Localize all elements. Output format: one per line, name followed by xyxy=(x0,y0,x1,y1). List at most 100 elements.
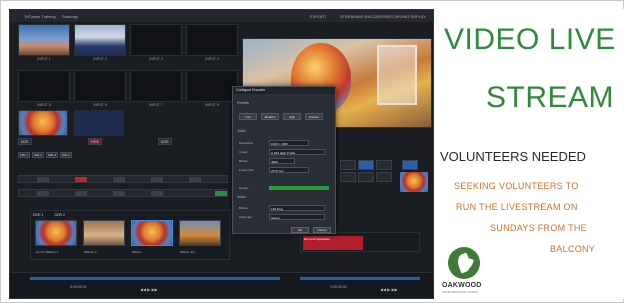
dialog-title: Configure Encoder xyxy=(233,87,335,94)
audio-bitrate-select[interactable]: 128 kbps xyxy=(269,205,325,211)
media-item[interactable]: Balloon 2 xyxy=(83,220,125,254)
tab-me4[interactable]: M/E 4 xyxy=(60,152,72,158)
quality-label: Quality xyxy=(239,186,249,190)
app-titlebar: TriCaster Training Saturday EXPORT STREA… xyxy=(10,10,433,22)
framerate-select[interactable]: 29.97 fps xyxy=(269,167,309,173)
output-cell[interactable] xyxy=(376,172,392,182)
output-cell[interactable] xyxy=(340,160,356,170)
switcher-key[interactable] xyxy=(189,177,201,182)
codec-select[interactable]: H.264 High Profile xyxy=(269,149,325,155)
audio-section-label: Audio xyxy=(237,195,246,199)
volunteers-needed-heading: VOLUNTEERS NEEDED xyxy=(440,149,586,164)
tab-me1[interactable]: M/E 1 xyxy=(18,152,30,158)
quality-meter xyxy=(269,186,329,190)
tab-ddr2[interactable]: DDR 2 xyxy=(55,213,66,217)
encoder-settings-dialog: Configure Encoder Presets Low Medium Hig… xyxy=(232,86,336,234)
media-item-selected[interactable]: Balloon xyxy=(131,220,173,254)
media-item[interactable]: Balloon Fly xyxy=(179,220,221,254)
input-monitor-4[interactable]: INPUT 4 xyxy=(186,24,238,61)
resolution-field[interactable]: 1920 × 1080 xyxy=(269,140,309,146)
video-section-label: Video xyxy=(237,129,246,133)
ok-button[interactable]: OK xyxy=(291,227,309,233)
switcher-key[interactable] xyxy=(151,177,163,182)
switcher-key[interactable] xyxy=(37,177,49,182)
cancel-button[interactable]: Cancel xyxy=(313,227,331,233)
media-item-label: Balloon xyxy=(132,250,143,254)
ddr-monitor-2[interactable] xyxy=(74,110,124,136)
output-cell-selected[interactable] xyxy=(402,160,418,170)
media-item-label: Balloon 2 xyxy=(84,250,97,254)
input-monitor-8[interactable]: INPUT 8 xyxy=(186,70,238,107)
input-monitor-5[interactable]: INPUT 5 xyxy=(18,70,70,107)
ddr-monitor-1[interactable] xyxy=(18,110,68,136)
preset-high-button[interactable]: High xyxy=(283,113,301,120)
channels-select[interactable]: Stereo xyxy=(269,214,325,220)
presets-section-label: Presets xyxy=(237,101,249,105)
ddr-button[interactable]: DDR xyxy=(18,138,32,145)
switcher-key-live[interactable] xyxy=(75,177,87,182)
leaf-icon xyxy=(448,247,480,279)
input-monitor-3[interactable]: INPUT 3 xyxy=(130,24,182,61)
transport-controls-right[interactable]: ◀◀ ▶ ▶▶ xyxy=(380,287,398,292)
switcher-key-preview[interactable] xyxy=(215,191,227,196)
window-image xyxy=(377,45,417,105)
logo-subtitle: UNITED METHODIST CHURCH xyxy=(442,291,479,294)
switcher-rows xyxy=(18,175,228,205)
media-item[interactable]: Hot Air Balloon 1 xyxy=(35,220,77,254)
bitrate-label: Bitrate xyxy=(239,159,248,163)
media-bin-tabs: DDR 1 DDR 2 xyxy=(33,213,65,217)
output-thumbnail xyxy=(400,172,428,192)
output-cell[interactable] xyxy=(340,172,356,182)
tab-me2[interactable]: M/E 2 xyxy=(32,152,44,158)
tab-ddr1[interactable]: DDR 1 xyxy=(33,213,44,217)
app-title: TriCaster Training xyxy=(24,14,56,19)
switcher-key[interactable] xyxy=(113,177,125,182)
input-monitor-2[interactable]: INPUT 2 xyxy=(74,24,126,61)
timecode-left: 0:00:00.00 xyxy=(70,285,87,289)
bitrate-field[interactable]: 4000 xyxy=(269,158,295,164)
input-label: INPUT 1 xyxy=(37,57,51,61)
input-label: INPUT 4 xyxy=(205,57,219,61)
framerate-label: Frame rate xyxy=(239,168,254,172)
transport-controls-left[interactable]: ◀◀ ▶ ▶▶ xyxy=(140,287,158,292)
playlist-item[interactable]: Red and Apparatus xyxy=(303,236,363,250)
output-cell[interactable] xyxy=(376,160,392,170)
export-button[interactable]: EXPORT xyxy=(310,14,326,19)
tab-me3[interactable]: M/E 3 xyxy=(46,152,58,158)
logo-wordmark: OAKWOOD xyxy=(442,282,482,289)
input-label: INPUT 2 xyxy=(93,57,107,61)
audio-bitrate-label: Bitrate xyxy=(239,206,248,210)
body-line-2: RUN THE LIVESTREAM ON xyxy=(456,202,578,212)
ddr-button-2[interactable]: DDR xyxy=(158,138,172,145)
body-line-3: SUNDAYS FROM THE xyxy=(490,223,587,233)
preset-low-button[interactable]: Low xyxy=(239,113,257,120)
preset-custom-button[interactable]: Custom xyxy=(305,113,323,120)
preset-medium-button[interactable]: Medium xyxy=(261,113,279,120)
switcher-key[interactable] xyxy=(75,191,87,196)
volunteer-flyer: VIDEO LIVE STREAM VOLUNTEERS NEEDED SEEK… xyxy=(434,9,624,299)
switcher-key[interactable] xyxy=(113,191,125,196)
input-monitor-7[interactable]: INPUT 7 xyxy=(130,70,182,107)
fire-button[interactable]: FIRE xyxy=(88,138,102,145)
input-label: INPUT 5 xyxy=(37,103,51,107)
streaming-encoder-button[interactable]: STREAMING ENCODER xyxy=(340,14,385,19)
record-button[interactable]: RECORDING REPLAY xyxy=(385,14,426,19)
media-item-label: Hot Air Balloon 1 xyxy=(36,250,59,254)
input-label: INPUT 8 xyxy=(205,103,219,107)
switcher-app-screenshot: TriCaster Training Saturday EXPORT STREA… xyxy=(9,9,434,299)
input-monitor-6[interactable]: INPUT 6 xyxy=(74,70,126,107)
oakwood-logo: OAKWOOD UNITED METHODIST CHURCH xyxy=(442,247,486,297)
body-line-4: BALCONY xyxy=(550,244,596,254)
output-cell[interactable] xyxy=(358,172,374,182)
audio-meter-left xyxy=(30,277,280,280)
input-label: INPUT 7 xyxy=(149,103,163,107)
switcher-key[interactable] xyxy=(37,191,49,196)
audio-meter-right xyxy=(300,277,420,280)
input-monitor-1[interactable]: INPUT 1 xyxy=(18,24,70,61)
media-bin: DDR 1 DDR 2 Hot Air Balloon 1 Balloon 2 … xyxy=(30,210,230,260)
switcher-key[interactable] xyxy=(151,191,163,196)
image-frame: TriCaster Training Saturday EXPORT STREA… xyxy=(0,0,624,303)
body-line-1: SEEKING VOLUNTEERS TO xyxy=(454,181,579,191)
headline-line-2: STREAM xyxy=(486,81,615,114)
output-cell-selected[interactable] xyxy=(358,160,374,170)
